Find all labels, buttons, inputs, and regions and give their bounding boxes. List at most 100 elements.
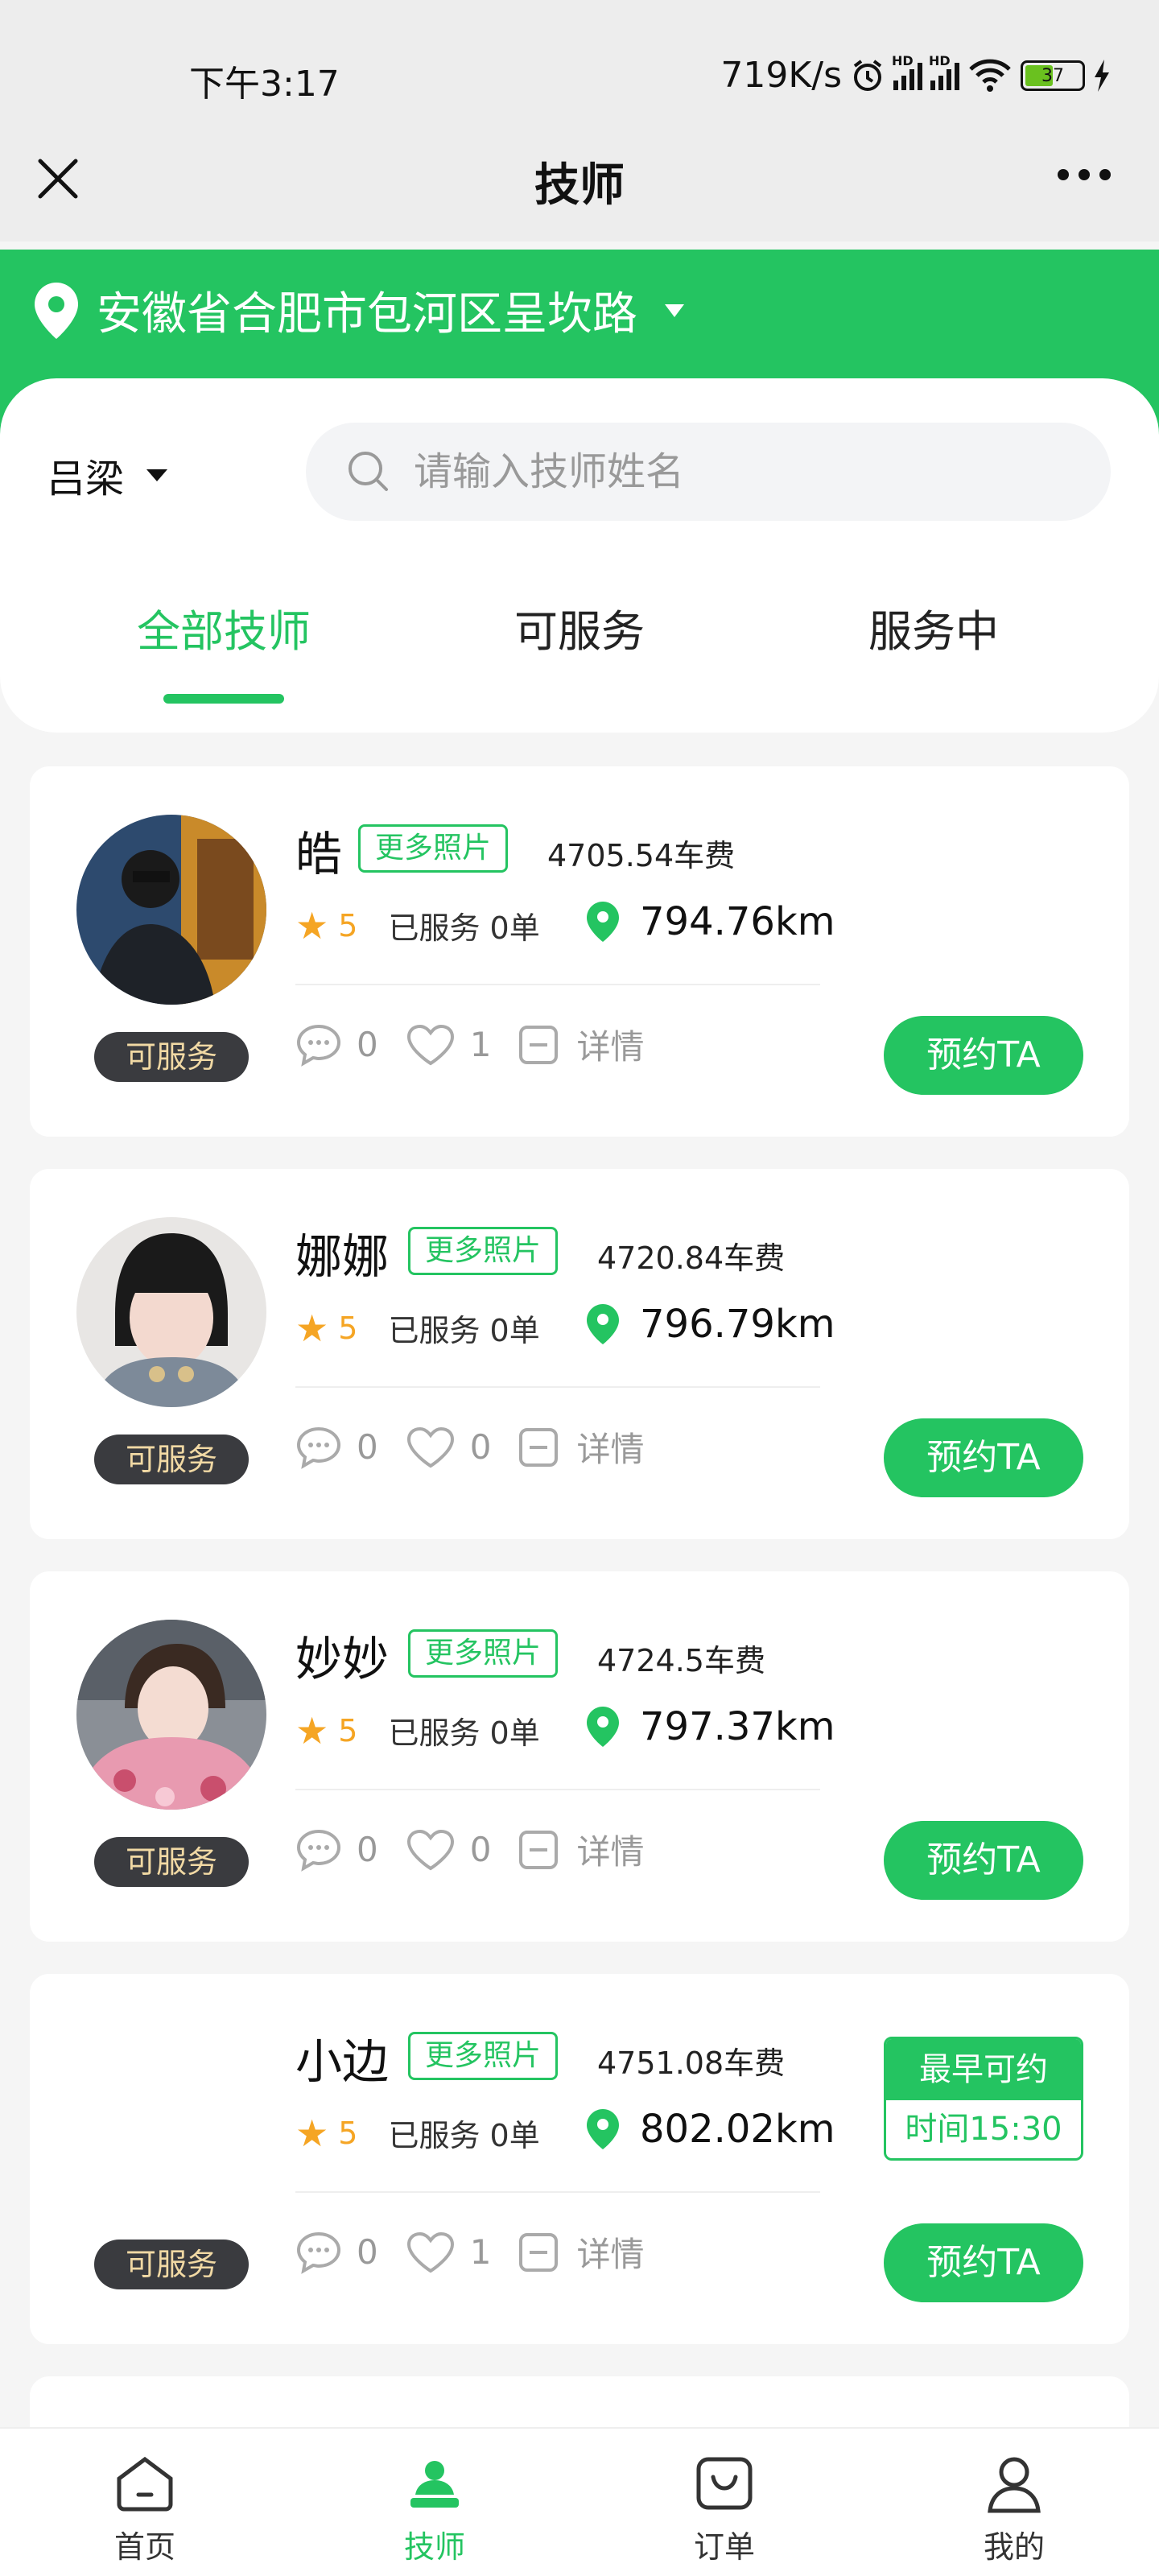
rating-row: ★ 5 已服务 0单 [295,2111,540,2155]
signal-icon-2: HD [929,53,959,90]
nav-home-label: 首页 [113,2529,175,2565]
divider [295,1789,820,1790]
book-button[interactable]: 预约TA [884,1821,1083,1900]
detail-link[interactable]: 详情 [576,1422,644,1472]
location-pin-icon [35,282,78,339]
page-title: 技师 [534,159,625,212]
detail-link[interactable]: 详情 [576,2227,644,2277]
tab-in-service[interactable]: 服务中 [813,596,1054,659]
book-button[interactable]: 预约TA [884,1418,1083,1497]
profile-icon [988,2457,1041,2513]
technician-card[interactable]: 可服务 小边 更多照片 4751.08车费 ★ 5 已服务 0单 802.02k… [30,1974,1129,2344]
distance: 797.37km [585,1704,835,1749]
detail-icon[interactable] [518,1830,559,1870]
home-icon [117,2456,173,2512]
travel-fee: 4724.5车费 [597,1643,765,1678]
city-selector[interactable]: 吕梁 [47,447,168,503]
heart-icon[interactable] [406,1023,456,1067]
charging-icon [1095,59,1109,92]
more-photos-button[interactable]: 更多照片 [408,1629,559,1678]
status-time: 下午3:17 [189,64,340,105]
tab-available[interactable]: 可服务 [459,596,700,659]
distance-value: 797.37km [640,1704,835,1749]
travel-fee: 4720.84车费 [597,1241,786,1276]
status-badge: 可服务 [94,1837,249,1887]
order-bag-icon [696,2457,753,2510]
comment-icon[interactable] [295,2231,342,2274]
detail-icon[interactable] [518,1427,559,1468]
nav-profile-label: 我的 [983,2529,1045,2565]
technician-name: 妙妙 [295,1632,390,1686]
location-pin-icon [587,2109,619,2149]
like-count: 0 [469,1830,492,1869]
more-options-icon[interactable] [1058,169,1111,180]
rating-score: 5 [338,2115,358,2151]
rating-score: 5 [338,907,358,943]
rating-row: ★ 5 已服务 0单 [295,903,540,947]
comment-count: 0 [357,2232,378,2272]
comment-icon[interactable] [295,1828,342,1872]
rating-score: 5 [338,1712,358,1748]
more-photos-button[interactable]: 更多照片 [358,824,509,873]
detail-link[interactable]: 详情 [576,1020,644,1069]
served-count: 已服务 0单 [388,1715,540,1751]
nav-home[interactable]: 首页 [64,2451,225,2566]
detail-link[interactable]: 详情 [576,1825,644,1874]
rating-row: ★ 5 已服务 0单 [295,1708,540,1752]
meta-row: 0 0 详情 [295,1422,644,1472]
star-icon: ★ [295,903,329,947]
distance-value: 796.79km [640,1302,835,1347]
location-pin-icon [587,1304,619,1344]
avatar[interactable] [76,815,266,1005]
book-button[interactable]: 预约TA [884,2223,1083,2302]
rating-score: 5 [338,1310,358,1346]
avatar[interactable] [76,1620,266,1810]
more-photos-button[interactable]: 更多照片 [408,2032,559,2080]
nav-orders[interactable]: 订单 [644,2451,805,2566]
divider [295,2191,820,2193]
active-tab-indicator [163,694,284,704]
tab-all-technicians[interactable]: 全部技师 [103,596,344,659]
heart-icon[interactable] [406,2231,456,2274]
location-address: 安徽省合肥市包河区呈坎路 [97,288,637,341]
distance-value: 802.02km [640,2107,835,2152]
technician-name: 娜娜 [295,1229,390,1284]
earliest-time: 时间15:30 [905,2111,1062,2148]
technician-card[interactable]: 可服务 妙妙 更多照片 4724.5车费 ★ 5 已服务 0单 797.37km… [30,1571,1129,1942]
technician-name: 皓 [295,827,343,881]
bottom-nav: 首页 技师 订单 我的 [0,2427,1159,2576]
comment-icon[interactable] [295,1426,342,1469]
heart-icon[interactable] [406,1828,456,1872]
comment-count: 0 [357,1830,378,1869]
book-button[interactable]: 预约TA [884,1016,1083,1095]
more-photos-button[interactable]: 更多照片 [408,1227,559,1275]
search-bar[interactable] [306,423,1111,521]
meta-row: 0 1 详情 [295,2227,644,2277]
technician-card[interactable]: 可服务 娜娜 更多照片 4720.84车费 ★ 5 已服务 0单 796.79k… [30,1169,1129,1539]
location-pin-icon [587,902,619,942]
distance: 796.79km [585,1302,835,1347]
nav-profile[interactable]: 我的 [934,2451,1095,2566]
divider [295,1386,820,1388]
travel-fee: 4705.54车费 [547,838,736,873]
location-selector[interactable]: 安徽省合肥市包河区呈坎路 [32,278,684,343]
technician-name: 小边 [295,2034,390,2089]
nav-technician[interactable]: 技师 [354,2451,515,2566]
comment-icon[interactable] [295,1023,342,1067]
wifi-icon [969,59,1011,92]
star-icon: ★ [295,1708,329,1752]
distance: 794.76km [585,899,835,944]
meta-row: 0 1 详情 [295,1020,644,1069]
rating-row: ★ 5 已服务 0单 [295,1306,540,1350]
status-bar: 下午3:17 719K/s HD HD 37 [0,0,1159,121]
heart-icon[interactable] [406,1426,456,1469]
served-count: 已服务 0单 [388,2118,540,2153]
detail-icon[interactable] [518,2232,559,2273]
detail-icon[interactable] [518,1025,559,1065]
technician-card[interactable]: 可服务 皓 更多照片 4705.54车费 ★ 5 已服务 0单 794.76km… [30,766,1129,1137]
alarm-icon [853,59,882,91]
search-input[interactable] [414,449,977,494]
travel-fee: 4751.08车费 [597,2046,786,2081]
divider [295,984,820,985]
avatar[interactable] [76,1217,266,1407]
